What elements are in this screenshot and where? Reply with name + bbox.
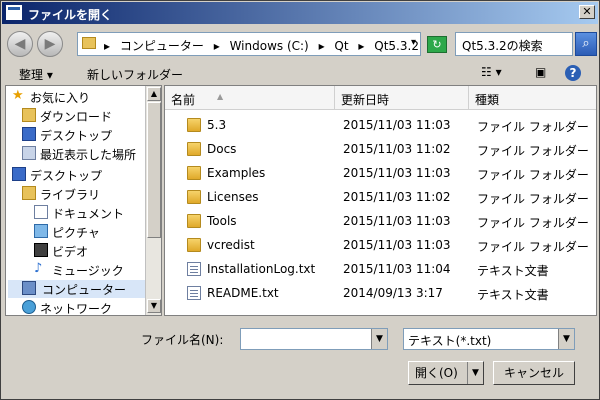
folder-icon (187, 214, 201, 228)
computer-icon (22, 281, 36, 295)
address-bar[interactable]: ▸ コンピューター ▸ Windows (C:) ▸ Qt ▸ Qt5.3.2 … (77, 32, 435, 56)
breadcrumb-separator[interactable]: ▸ (214, 39, 220, 53)
filename-label: ファイル名(N): (141, 333, 224, 347)
recent-places-icon (22, 146, 36, 160)
open-file-dialog: ファイルを開く ✕ ◀ ▶ ▸ コンピューター ▸ Windows (C:) ▸… (0, 0, 600, 400)
nav-network[interactable]: ネットワーク (22, 299, 148, 315)
organize-menu[interactable]: 整理 ▾ (19, 66, 53, 83)
nav-recent-places[interactable]: 最近表示した場所 (22, 145, 148, 163)
documents-icon (34, 205, 48, 219)
filename-input[interactable]: ▼ (240, 328, 388, 350)
folder-icon (187, 118, 201, 132)
table-row[interactable]: Examples 2015/11/03 11:03 ファイル フォルダー (165, 162, 596, 186)
table-row[interactable]: Docs 2015/11/03 11:02 ファイル フォルダー (165, 138, 596, 162)
close-button[interactable]: ✕ (579, 5, 595, 19)
command-bar: 整理 ▾ 新しいフォルダー ☷ ▾ ▣ ? (5, 63, 597, 85)
search-input[interactable]: Qt5.3.2の検索 (455, 32, 573, 56)
folder-icon (187, 238, 201, 252)
folder-icon (82, 37, 96, 49)
scroll-up-icon[interactable]: ▲ (147, 87, 161, 101)
text-file-icon (187, 262, 201, 276)
column-header-type[interactable]: 種類 (469, 86, 596, 110)
folder-icon (187, 190, 201, 204)
breadcrumb-computer[interactable]: コンピューター (120, 39, 204, 53)
table-row[interactable]: Licenses 2015/11/03 11:02 ファイル フォルダー (165, 186, 596, 210)
videos-icon (34, 243, 48, 257)
nav-downloads[interactable]: ダウンロード (22, 107, 148, 125)
music-icon: ♪ (34, 261, 43, 276)
nav-computer[interactable]: コンピューター (8, 280, 148, 298)
address-dropdown-icon[interactable]: ▾ (411, 37, 416, 48)
open-split-dropdown-icon[interactable]: ▼ (467, 362, 483, 384)
file-list-header: 名前 ▲ 更新日時 種類 (165, 86, 596, 110)
window-icon (6, 5, 22, 20)
desktop-icon (22, 127, 36, 141)
new-folder-button[interactable]: 新しいフォルダー (87, 66, 183, 83)
dialog-footer: ファイル名(N): ▼ テキスト(*.txt) ▼ 開く(O) ▼ キャンセル (1, 319, 600, 399)
nav-videos[interactable]: ビデオ (34, 242, 148, 260)
navigation-pane: ★ お気に入り ダウンロード デスクトップ 最近表示した場所 デスクトップ ライ… (5, 85, 162, 316)
scroll-down-icon[interactable]: ▼ (147, 299, 161, 313)
file-list: 名前 ▲ 更新日時 種類 5.3 2015/11/03 11:03 ファイル フ… (164, 85, 597, 316)
library-icon (22, 186, 36, 200)
refresh-button[interactable]: ↻ (427, 36, 447, 53)
scrollbar-thumb[interactable] (147, 102, 161, 238)
breadcrumb-separator[interactable]: ▸ (104, 39, 110, 53)
breadcrumb-separator[interactable]: ▸ (319, 39, 325, 53)
nav-desktop[interactable]: デスクトップ (22, 126, 148, 144)
title-bar: ファイルを開く ✕ (2, 2, 598, 24)
desktop-icon (12, 167, 26, 181)
window-title: ファイルを開く (28, 8, 113, 22)
breadcrumb-separator[interactable]: ▸ (358, 39, 364, 53)
download-folder-icon (22, 108, 36, 122)
filetype-dropdown-icon[interactable]: ▼ (558, 329, 574, 349)
nav-favorites[interactable]: ★ お気に入り (12, 88, 148, 106)
open-button[interactable]: 開く(O) ▼ (408, 361, 484, 385)
nav-documents[interactable]: ドキュメント (34, 204, 148, 222)
back-button[interactable]: ◀ (7, 31, 33, 57)
breadcrumb-windows-c[interactable]: Windows (C:) (230, 39, 309, 53)
search-icon[interactable]: ⌕ (575, 32, 597, 56)
navigation-bar: ◀ ▶ ▸ コンピューター ▸ Windows (C:) ▸ Qt ▸ Qt5.… (5, 27, 597, 61)
table-row[interactable]: Tools 2015/11/03 11:03 ファイル フォルダー (165, 210, 596, 234)
nav-desktop-root[interactable]: デスクトップ (12, 166, 148, 184)
breadcrumb-qt[interactable]: Qt (334, 39, 348, 53)
filename-dropdown-icon[interactable]: ▼ (371, 329, 387, 349)
network-icon (22, 300, 36, 314)
view-options-button[interactable]: ☷ ▾ (481, 65, 502, 83)
sort-ascending-icon: ▲ (217, 92, 224, 101)
filetype-value: テキスト(*.txt) (408, 334, 492, 348)
column-header-date[interactable]: 更新日時 (335, 86, 469, 110)
sidebar-scrollbar[interactable]: ▲ ▼ (145, 86, 161, 315)
nav-pictures[interactable]: ピクチャ (34, 223, 148, 241)
filetype-select[interactable]: テキスト(*.txt) ▼ (403, 328, 575, 350)
pictures-icon (34, 224, 48, 238)
star-icon: ★ (12, 88, 24, 103)
preview-pane-icon[interactable]: ▣ (535, 65, 546, 83)
table-row[interactable]: README.txt 2014/09/13 3:17 テキスト文書 (165, 282, 596, 306)
text-file-icon (187, 286, 201, 300)
cancel-button[interactable]: キャンセル (493, 361, 575, 385)
table-row[interactable]: vcredist 2015/11/03 11:03 ファイル フォルダー (165, 234, 596, 258)
table-row[interactable]: InstallationLog.txt 2015/11/03 11:04 テキス… (165, 258, 596, 282)
column-header-name[interactable]: 名前 ▲ (165, 86, 335, 110)
table-row[interactable]: 5.3 2015/11/03 11:03 ファイル フォルダー (165, 114, 596, 138)
forward-button[interactable]: ▶ (37, 31, 63, 57)
nav-music[interactable]: ♪ ミュージック (34, 261, 148, 279)
folder-icon (187, 166, 201, 180)
help-icon[interactable]: ? (565, 65, 581, 81)
folder-icon (187, 142, 201, 156)
breadcrumb: ▸ コンピューター ▸ Windows (C:) ▸ Qt ▸ Qt5.3.2 … (104, 37, 441, 54)
nav-libraries[interactable]: ライブラリ (22, 185, 148, 203)
